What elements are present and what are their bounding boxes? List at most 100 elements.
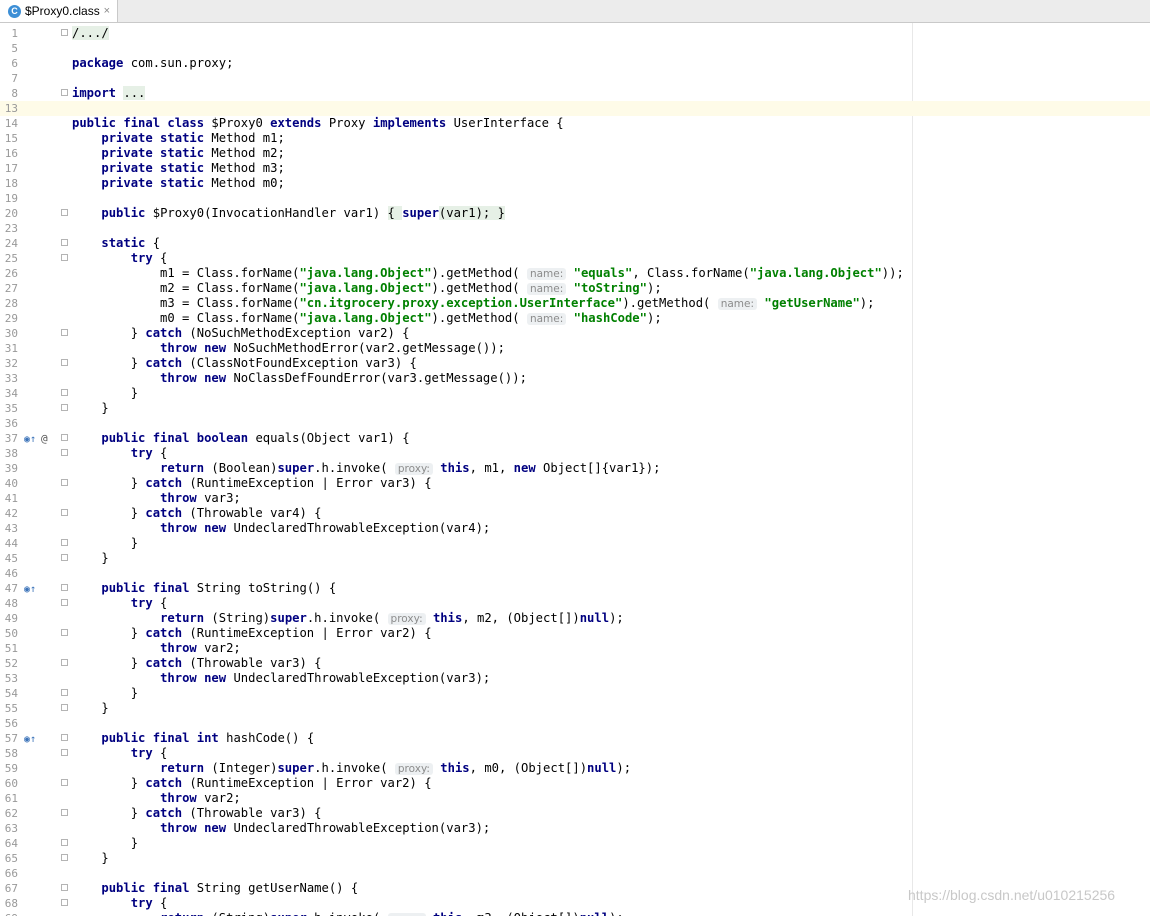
code-line[interactable]: 58 try { xyxy=(0,746,1150,761)
fold-toggle-icon[interactable] xyxy=(61,329,68,336)
code-line[interactable]: 63 throw new UndeclaredThrowableExceptio… xyxy=(0,821,1150,836)
code-line[interactable]: 31 throw new NoSuchMethodError(var2.getM… xyxy=(0,341,1150,356)
code-editor[interactable]: 1/.../5 6 package com.sun.proxy; 7 8 import .… xyxy=(0,23,1150,916)
code-line[interactable]: 5 xyxy=(0,41,1150,56)
override-method-icon[interactable]: ◉↑ xyxy=(24,434,36,445)
fold-toggle-icon[interactable] xyxy=(61,509,68,516)
folded-region[interactable]: { xyxy=(387,206,403,220)
fold-toggle-icon[interactable] xyxy=(61,89,68,96)
code-line[interactable]: 56 xyxy=(0,716,1150,731)
code-line[interactable]: 62 } catch (Throwable var3) { xyxy=(0,806,1150,821)
override-method-icon[interactable]: ◉↑ xyxy=(24,584,36,595)
fold-toggle-icon[interactable] xyxy=(61,29,68,36)
code-line[interactable]: 38 try { xyxy=(0,446,1150,461)
fold-toggle-icon[interactable] xyxy=(61,854,68,861)
code-line[interactable]: 33 throw new NoClassDefFoundError(var3.g… xyxy=(0,371,1150,386)
fold-toggle-icon[interactable] xyxy=(61,554,68,561)
code-line[interactable]: 37 ◉↑ @ public final boolean equals(Object… xyxy=(0,431,1150,446)
code-line[interactable]: 16 private static Method m2; xyxy=(0,146,1150,161)
code-line[interactable]: 44 } xyxy=(0,536,1150,551)
fold-toggle-icon[interactable] xyxy=(61,239,68,246)
code-line[interactable]: 17 private static Method m3; xyxy=(0,161,1150,176)
code-token: throw xyxy=(160,491,197,505)
code-line[interactable]: 32 } catch (ClassNotFoundException var3)… xyxy=(0,356,1150,371)
code-line[interactable]: 60 } catch (RuntimeException | Error var… xyxy=(0,776,1150,791)
tab-proxy0-class[interactable]: C $Proxy0.class × xyxy=(0,0,118,22)
code-line[interactable]: 48 try { xyxy=(0,596,1150,611)
code-line[interactable]: 34 } xyxy=(0,386,1150,401)
close-icon[interactable]: × xyxy=(104,5,110,17)
code-line[interactable]: 52 } catch (Throwable var3) { xyxy=(0,656,1150,671)
code-line[interactable]: 15 private static Method m1; xyxy=(0,131,1150,146)
fold-toggle-icon[interactable] xyxy=(61,584,68,591)
fold-toggle-icon[interactable] xyxy=(61,359,68,366)
fold-toggle-icon[interactable] xyxy=(61,434,68,441)
code-line[interactable]: 65 } xyxy=(0,851,1150,866)
fold-toggle-icon[interactable] xyxy=(61,779,68,786)
code-line[interactable]: 66 xyxy=(0,866,1150,881)
fold-toggle-icon[interactable] xyxy=(61,734,68,741)
code-line[interactable]: 20 public $Proxy0(InvocationHandler var1… xyxy=(0,206,1150,221)
code-line[interactable]: 29 m0 = Class.forName("java.lang.Object"… xyxy=(0,311,1150,326)
code-line[interactable]: 13 xyxy=(0,101,1150,116)
fold-toggle-icon[interactable] xyxy=(61,599,68,606)
code-line[interactable]: 59 return (Integer)super.h.invoke( proxy… xyxy=(0,761,1150,776)
line-number: 61 xyxy=(4,792,18,805)
code-line[interactable]: 35 } xyxy=(0,401,1150,416)
code-line[interactable]: 19 xyxy=(0,191,1150,206)
folded-region[interactable]: ... xyxy=(123,86,146,100)
code-line[interactable]: 25 try { xyxy=(0,251,1150,266)
code-line[interactable]: 28 m3 = Class.forName("cn.itgrocery.prox… xyxy=(0,296,1150,311)
fold-toggle-icon[interactable] xyxy=(61,809,68,816)
code-line[interactable]: 54 } xyxy=(0,686,1150,701)
code-line[interactable]: 49 return (String)super.h.invoke( proxy:… xyxy=(0,611,1150,626)
fold-toggle-icon[interactable] xyxy=(61,209,68,216)
fold-toggle-icon[interactable] xyxy=(61,449,68,456)
code-line[interactable]: 1 /.../ xyxy=(0,26,1150,41)
code-line[interactable]: 14 public final class $Proxy0 extends Pro… xyxy=(0,116,1150,131)
code-line[interactable]: 64 } xyxy=(0,836,1150,851)
code-line[interactable]: 51 throw var2; xyxy=(0,641,1150,656)
code-line[interactable]: 57 ◉↑ public final int hashCode() { xyxy=(0,731,1150,746)
code-line[interactable]: 47 ◉↑ public final String toString() { xyxy=(0,581,1150,596)
code-line[interactable]: 41 throw var3; xyxy=(0,491,1150,506)
fold-toggle-icon[interactable] xyxy=(61,659,68,666)
override-method-icon[interactable]: ◉↑ xyxy=(24,734,36,745)
fold-toggle-icon[interactable] xyxy=(61,704,68,711)
code-line[interactable]: 46 xyxy=(0,566,1150,581)
code-line[interactable]: 6 package com.sun.proxy; xyxy=(0,56,1150,71)
code-line[interactable]: 30 } catch (NoSuchMethodException var2) … xyxy=(0,326,1150,341)
code-line[interactable]: 43 throw new UndeclaredThrowableExceptio… xyxy=(0,521,1150,536)
code-line[interactable]: 18 private static Method m0; xyxy=(0,176,1150,191)
fold-toggle-icon[interactable] xyxy=(61,899,68,906)
code-line[interactable]: 69 return (String)super.h.invoke( proxy:… xyxy=(0,911,1150,916)
fold-toggle-icon[interactable] xyxy=(61,884,68,891)
code-line[interactable]: 26 m1 = Class.forName("java.lang.Object"… xyxy=(0,266,1150,281)
code-line[interactable]: 23 xyxy=(0,221,1150,236)
fold-toggle-icon[interactable] xyxy=(61,689,68,696)
fold-toggle-icon[interactable] xyxy=(61,749,68,756)
folded-region[interactable]: (var1); } xyxy=(438,206,505,220)
code-line[interactable]: 24 static { xyxy=(0,236,1150,251)
code-line[interactable]: 61 throw var2; xyxy=(0,791,1150,806)
code-line[interactable]: 42 } catch (Throwable var4) { xyxy=(0,506,1150,521)
fold-toggle-icon[interactable] xyxy=(61,839,68,846)
code-line[interactable]: 36 xyxy=(0,416,1150,431)
fold-toggle-icon[interactable] xyxy=(61,629,68,636)
code-line[interactable]: 40 } catch (RuntimeException | Error var… xyxy=(0,476,1150,491)
fold-toggle-icon[interactable] xyxy=(61,479,68,486)
fold-toggle-icon[interactable] xyxy=(61,254,68,261)
code-line[interactable]: 50 } catch (RuntimeException | Error var… xyxy=(0,626,1150,641)
code-token: } xyxy=(72,626,146,640)
fold-toggle-icon[interactable] xyxy=(61,389,68,396)
code-line[interactable]: 55 } xyxy=(0,701,1150,716)
fold-toggle-icon[interactable] xyxy=(61,404,68,411)
code-line[interactable]: 27 m2 = Class.forName("java.lang.Object"… xyxy=(0,281,1150,296)
code-line[interactable]: 39 return (Boolean)super.h.invoke( proxy… xyxy=(0,461,1150,476)
code-line[interactable]: 7 xyxy=(0,71,1150,86)
fold-toggle-icon[interactable] xyxy=(61,539,68,546)
code-line[interactable]: 45 } xyxy=(0,551,1150,566)
folded-region[interactable]: /.../ xyxy=(72,26,109,40)
code-line[interactable]: 8 import ... xyxy=(0,86,1150,101)
code-line[interactable]: 53 throw new UndeclaredThrowableExceptio… xyxy=(0,671,1150,686)
